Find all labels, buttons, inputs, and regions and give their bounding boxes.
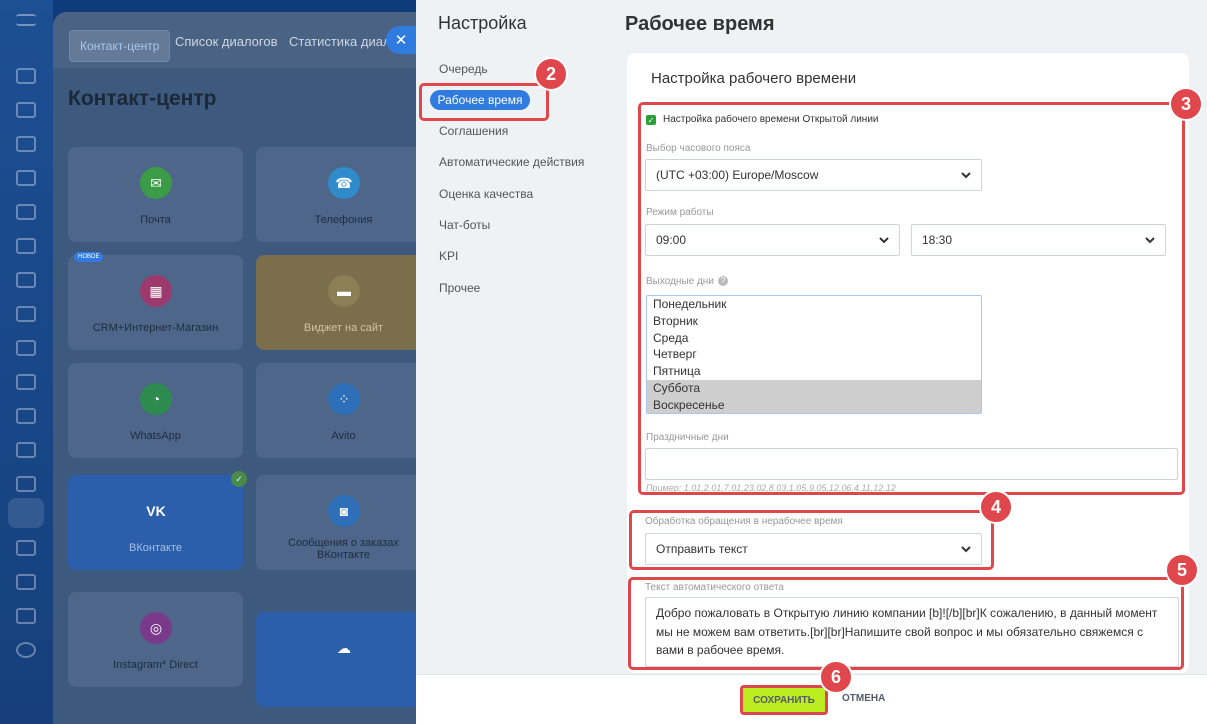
vk-icon: VK	[140, 495, 172, 527]
bag-icon: ◙	[328, 495, 360, 527]
left-rail	[0, 0, 53, 724]
tab-contact-center[interactable]: Контакт-центр	[69, 30, 171, 62]
rail-icon-16[interactable]	[16, 608, 36, 624]
rail-icon-3[interactable]	[16, 136, 36, 152]
nav-item-other[interactable]: Прочее	[439, 281, 480, 295]
card-label: Avito	[331, 430, 356, 442]
card-subtitle: Настройка рабочего времени	[651, 70, 857, 87]
nav-item-quality[interactable]: Оценка качества	[439, 187, 533, 201]
nav-title: Настройка	[438, 13, 527, 33]
highlight-box-2	[419, 83, 549, 121]
rail-icon-12[interactable]	[16, 442, 36, 458]
highlight-box-4	[629, 510, 994, 570]
section-title: Рабочее время	[625, 13, 775, 35]
channel-card-cloud[interactable]: ☁	[256, 612, 431, 707]
rail-item-contact-center[interactable]	[8, 498, 44, 528]
channel-card-phone[interactable]: ☎ Телефония	[256, 147, 431, 242]
rail-icon-15[interactable]	[16, 574, 36, 590]
avatar[interactable]	[16, 642, 36, 658]
step-badge-3: 3	[1169, 87, 1203, 121]
nav-item-queue[interactable]: Очередь	[439, 62, 488, 76]
highlight-box-5	[628, 577, 1184, 670]
background-page: Контакт-центр Список диалогов Статистика…	[53, 12, 473, 724]
new-badge: НОВОЕ	[74, 252, 104, 262]
channel-card-crm-shop[interactable]: НОВОЕ ▦ CRM+Интернет-Магазин	[68, 252, 243, 350]
channel-card-widget[interactable]: ▬ Виджет на сайт	[256, 255, 431, 350]
card-label: Instagram* Direct	[113, 659, 198, 671]
tab-dialog-list[interactable]: Список диалогов	[169, 30, 284, 54]
save-button[interactable]: СОХРАНИТЬ	[740, 685, 828, 715]
whatsapp-icon: ◔	[140, 383, 172, 415]
step-badge-5: 5	[1165, 553, 1199, 587]
channel-card-instagram[interactable]: ◎ Instagram* Direct	[68, 592, 243, 687]
rail-icon-7[interactable]	[16, 272, 36, 288]
cloud-icon: ☁	[328, 632, 360, 664]
channel-card-mail[interactable]: ✉ Почта	[68, 147, 243, 242]
highlight-box-3	[638, 102, 1185, 495]
channel-card-vk-orders[interactable]: ◙ Сообщения о заказах ВКонтакте	[256, 475, 431, 570]
cancel-button[interactable]: ОТМЕНА	[842, 693, 885, 704]
avito-icon: ⁘	[328, 383, 360, 415]
close-icon[interactable]: ✕	[386, 26, 416, 54]
rail-icon-4[interactable]	[16, 170, 36, 186]
rail-icon-8[interactable]	[16, 306, 36, 322]
step-badge-4: 4	[979, 490, 1013, 524]
channel-card-avito[interactable]: ⁘ Avito	[256, 363, 431, 458]
step-badge-2: 2	[534, 57, 568, 91]
phone-icon: ☎	[328, 167, 360, 199]
card-label: Сообщения о заказах ВКонтакте	[288, 537, 399, 561]
card-label: Телефония	[314, 214, 373, 226]
card-label: WhatsApp	[130, 430, 181, 442]
rail-icon-11[interactable]	[16, 408, 36, 424]
nav-item-agreements[interactable]: Соглашения	[439, 124, 508, 138]
nav-item-auto-actions[interactable]: Автоматические действия	[439, 155, 584, 169]
rail-icon-5[interactable]	[16, 204, 36, 220]
mail-icon: ✉	[140, 167, 172, 199]
channel-card-vk[interactable]: VK ВКонтакте ✓	[68, 471, 247, 570]
rail-icon-1[interactable]	[16, 68, 36, 84]
rail-icon-10[interactable]	[16, 374, 36, 390]
rail-icon-9[interactable]	[16, 340, 36, 356]
card-label: CRM+Интернет-Магазин	[92, 322, 219, 334]
rail-icon-6[interactable]	[16, 238, 36, 254]
nav-item-chatbots[interactable]: Чат-боты	[439, 218, 490, 232]
page-title: Контакт-центр	[68, 87, 217, 110]
step-badge-6: 6	[819, 660, 853, 694]
card-label: ВКонтакте	[129, 542, 182, 554]
chat-icon: ▬	[328, 275, 360, 307]
connected-check-icon: ✓	[231, 471, 247, 487]
shop-icon: ▦	[140, 275, 172, 307]
rail-icon-14[interactable]	[16, 540, 36, 556]
rail-icon-13[interactable]	[16, 476, 36, 492]
nav-item-kpi[interactable]: KPI	[439, 249, 458, 263]
rail-icon-2[interactable]	[16, 102, 36, 118]
card-label: Почта	[140, 214, 171, 226]
menu-icon[interactable]	[16, 14, 36, 26]
instagram-icon: ◎	[140, 612, 172, 644]
channel-card-whatsapp[interactable]: ◔ WhatsApp	[68, 363, 243, 458]
card-label: Виджет на сайт	[303, 322, 384, 334]
